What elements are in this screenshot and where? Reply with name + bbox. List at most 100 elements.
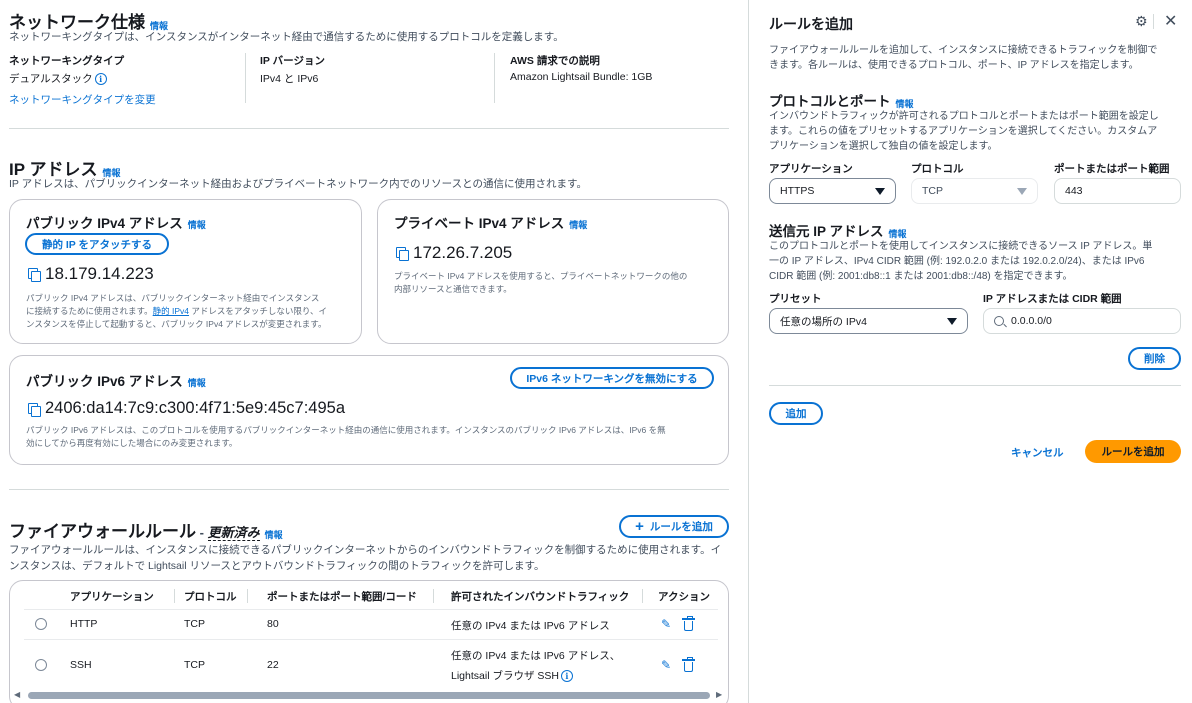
public-ipv4-info-link[interactable]: 情報 <box>188 220 206 230</box>
close-icon[interactable]: ✕ <box>1164 11 1177 31</box>
protocol-desc: インバウンドトラフィックが許可されるプロトコルとポートまたはポート範囲を設定し … <box>769 109 1159 154</box>
column-header-port[interactable]: ポートまたはポート範囲/コード <box>267 589 417 604</box>
firewall-table: アプリケーション プロトコル ポートまたはポート範囲/コード 許可されたインバウ… <box>9 580 729 703</box>
edit-icon[interactable]: ✎ <box>661 659 671 671</box>
firewall-updated-status: 更新済み <box>207 525 260 541</box>
protocol-select-value: TCP <box>922 185 943 197</box>
private-ipv4-info-link[interactable]: 情報 <box>569 220 587 230</box>
panel-divider <box>769 385 1181 386</box>
cell-traffic-second-line: Lightsail ブラウザ SSH i <box>451 668 573 683</box>
networking-type-label: ネットワーキングタイプ <box>9 55 125 67</box>
public-ipv6-title: パブリック IPv6 アドレス <box>26 374 183 389</box>
firewall-desc: ファイアウォールルールは、インスタンスに接続できるパブリックインターネットからの… <box>9 542 729 575</box>
cidr-label: IP アドレスまたは CIDR 範囲 <box>983 293 1122 305</box>
application-select[interactable]: HTTPS <box>769 178 896 204</box>
disable-ipv6-button[interactable]: IPv6 ネットワーキングを無効にする <box>510 367 714 389</box>
public-ipv6-info-link[interactable]: 情報 <box>188 378 206 388</box>
port-input-value: 443 <box>1065 185 1083 197</box>
ip-desc: IP アドレスは、パブリックインターネット経由およびプライベートネットワーク内で… <box>9 178 587 190</box>
change-networking-type-link[interactable]: ネットワーキングタイプを変更 <box>9 94 156 106</box>
firewall-section-header: ファイアウォールルール - 更新済み 情報 <box>9 517 283 542</box>
caret-down-icon <box>1017 188 1027 195</box>
row-select-radio[interactable] <box>35 659 47 671</box>
preset-label: プリセット <box>769 293 822 305</box>
source-desc-line: 一の IP アドレス、IPv4 CIDR 範囲 (例: 192.0.2.0 また… <box>769 256 1145 267</box>
firewall-add-rule-button[interactable]: + ルールを追加 <box>619 515 729 538</box>
attach-static-ip-button[interactable]: 静的 IP をアタッチする <box>25 233 169 255</box>
search-icon <box>994 316 1004 326</box>
submit-add-rule-button[interactable]: ルールを追加 <box>1085 440 1181 463</box>
delete-icon[interactable] <box>682 657 695 672</box>
plus-icon: + <box>635 518 644 535</box>
cell-traffic: 任意の IPv4 または IPv6 アドレス、 <box>451 650 621 662</box>
column-separator <box>247 589 248 603</box>
private-ipv4-desc-line: プライベート IPv4 アドレスを使用すると、プライベートネットワークの他の <box>394 271 688 281</box>
public-ipv6-address: 2406:da14:7c9:c300:4f71:5e9:45c7:495a <box>45 399 346 417</box>
firewall-desc-line: ンスタンスは、デフォルトで Lightsail リソースとアウトバウンドトラフィ… <box>9 560 545 573</box>
source-desc-line: CIDR 範囲 (例: 2001:db8::1 または 2001:db8::/4… <box>769 271 1073 282</box>
aws-billing: AWS 請求での説明 Amazon Lightsail Bundle: 1GB <box>510 53 652 83</box>
column-separator <box>642 589 643 603</box>
cell-application: SSH <box>70 659 92 671</box>
cidr-input[interactable]: 0.0.0.0/0 <box>983 308 1181 334</box>
source-info-link[interactable]: 情報 <box>889 229 907 239</box>
protocol-desc-line: ます。これらの値をプリセットするアプリケーションを選択してください。カスタムア <box>769 126 1158 137</box>
firewall-dash: - <box>196 525 208 540</box>
public-ipv4-desc: パブリック IPv4 アドレスは、パブリックインターネット経由でインスタンス に… <box>26 292 356 330</box>
protocol-info-link[interactable]: 情報 <box>896 99 914 109</box>
cancel-button[interactable]: キャンセル <box>1011 445 1064 460</box>
settings-gear-icon[interactable]: ⚙ <box>1135 13 1148 30</box>
protocol-desc-line: インバウンドトラフィックが許可されるプロトコルとポートまたはポート範囲を設定し <box>769 111 1159 122</box>
cell-port: 80 <box>267 618 279 630</box>
scrollbar-thumb[interactable] <box>28 692 710 699</box>
delete-source-button[interactable]: 削除 <box>1128 347 1181 370</box>
column-header-protocol[interactable]: プロトコル <box>184 589 237 604</box>
column-header-application[interactable]: アプリケーション <box>70 589 154 604</box>
column-header-traffic[interactable]: 許可されたインバウンドトラフィック <box>451 589 629 604</box>
column-separator <box>433 589 434 603</box>
copy-icon[interactable] <box>395 246 409 261</box>
cell-port: 22 <box>267 659 279 671</box>
delete-icon[interactable] <box>682 616 695 631</box>
private-ipv4-row: 172.26.7.205 <box>395 243 512 263</box>
cell-traffic-ssh: Lightsail ブラウザ SSH <box>451 670 559 682</box>
main-content: ネットワーク仕様 情報 ネットワーキングタイプは、インスタンスがインターネット経由… <box>0 0 748 703</box>
protocol-select[interactable]: TCP <box>911 178 1038 204</box>
aws-billing-value: Amazon Lightsail Bundle: 1GB <box>510 71 653 83</box>
firewall-info-link[interactable]: 情報 <box>265 530 283 540</box>
section-divider <box>9 128 729 129</box>
networking-type: ネットワーキングタイプ デュアルスタック i ネットワーキングタイプを変更 <box>9 53 156 107</box>
protocol-desc-line: プリケーションを選択して独自の値を設定します。 <box>769 141 998 152</box>
edit-icon[interactable]: ✎ <box>661 618 671 630</box>
protocol-section-header: プロトコルとポート 情報 <box>769 90 914 110</box>
private-ipv4-card: プライベート IPv4 アドレス 情報 172.26.7.205 プライベート I… <box>377 199 729 344</box>
column-header-actions: アクション <box>658 591 710 603</box>
ip-version-label: IP バージョン <box>260 55 325 67</box>
divider <box>494 53 495 103</box>
info-circle-icon[interactable]: i <box>560 670 573 683</box>
add-source-button[interactable]: 追加 <box>769 402 823 425</box>
scroll-right-icon[interactable]: ▶ <box>716 690 722 699</box>
copy-icon[interactable] <box>27 402 41 417</box>
preset-select[interactable]: 任意の場所の IPv4 <box>769 308 968 334</box>
copy-icon[interactable] <box>27 267 41 282</box>
row-select-radio[interactable] <box>35 618 47 630</box>
scroll-left-icon[interactable]: ◀ <box>14 690 20 699</box>
public-ipv4-desc-line: パブリック IPv4 アドレスは、パブリックインターネット経由でインスタンス <box>26 293 320 303</box>
info-circle-icon[interactable]: i <box>94 73 107 86</box>
aws-billing-label: AWS 請求での説明 <box>510 55 600 67</box>
firewall-desc-line: ファイアウォールルールは、インスタンスに接続できるパブリックインターネットからの… <box>9 544 722 556</box>
private-ipv4-desc-line: 内部リソースと通信できます。 <box>394 283 512 294</box>
column-separator <box>174 589 175 603</box>
panel-title: ルールを追加 <box>769 16 853 32</box>
firewall-add-rule-label: ルールを追加 <box>649 521 713 533</box>
private-ipv4-address: 172.26.7.205 <box>413 243 513 262</box>
public-ipv6-desc: パブリック IPv6 アドレスは、このプロトコルを使用するパブリックインターネッ… <box>26 424 716 450</box>
cell-protocol: TCP <box>184 618 205 630</box>
panel-desc: ファイアウォールルールを追加して、インスタンスに接続できるトラフィックを制御で … <box>769 43 1157 73</box>
port-input[interactable]: 443 <box>1054 178 1181 204</box>
private-ipv4-desc: プライベート IPv4 アドレスを使用すると、プライベートネットワークの他の 内… <box>394 270 724 296</box>
static-ipv4-link[interactable]: 静的 IPv4 <box>153 306 189 316</box>
horizontal-scrollbar[interactable]: ◀ ▶ <box>10 689 728 701</box>
source-desc: このプロトコルとポートを使用してインスタンスに接続できるソース IP アドレス。… <box>769 239 1152 284</box>
